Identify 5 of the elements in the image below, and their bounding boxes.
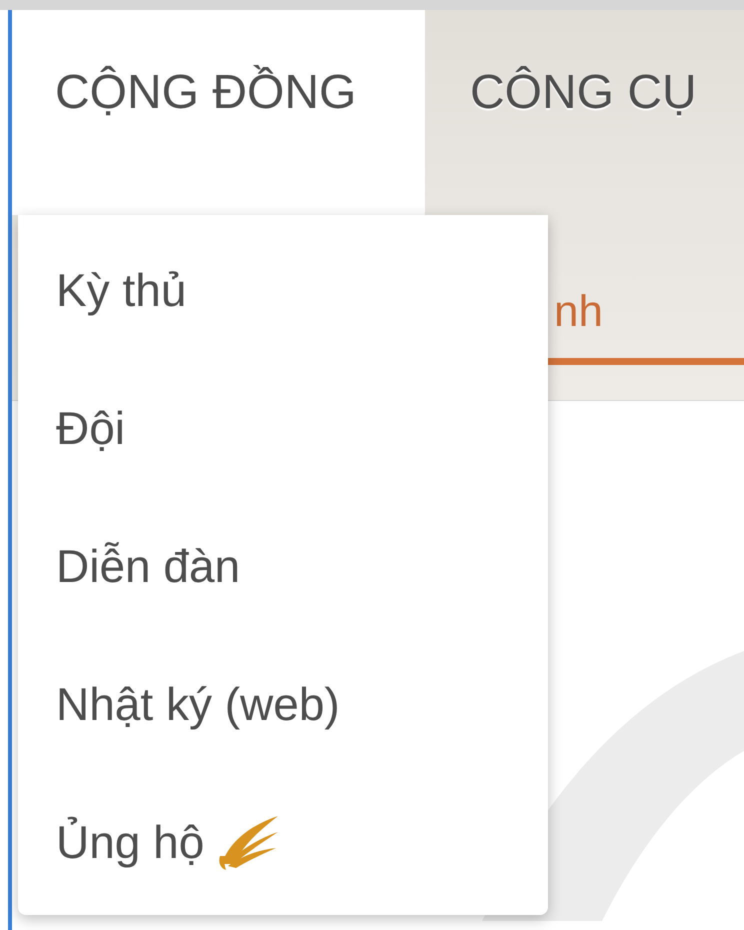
menu-item[interactable]: Nhật ký (web) <box>18 635 548 773</box>
menu-item[interactable]: Ủng hộ <box>18 773 548 911</box>
menu-item[interactable]: Diễn đàn <box>18 497 548 635</box>
nav-tab[interactable]: CÔNG CỤ <box>425 10 744 215</box>
menu-item-label[interactable]: Ủng hộ <box>56 815 204 869</box>
